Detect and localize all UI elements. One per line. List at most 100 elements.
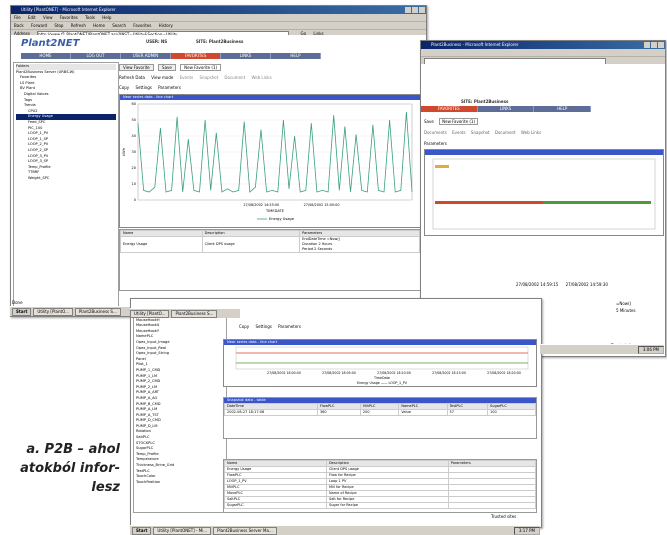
settings-button[interactable]: Settings bbox=[255, 324, 271, 329]
menu-view[interactable]: View bbox=[43, 15, 53, 20]
favorites-button[interactable]: Favorites bbox=[133, 23, 151, 28]
tab-view-favorite[interactable]: View Favorite bbox=[119, 64, 154, 71]
refresh-button[interactable]: Refresh bbox=[71, 23, 86, 28]
parameters-button[interactable]: Parameters bbox=[278, 324, 301, 329]
caption-line: lesz bbox=[91, 480, 120, 495]
window-title: Plant2Business - Microsoft Internet Expl… bbox=[431, 42, 519, 47]
y-axis-label: kWh bbox=[121, 147, 126, 156]
nav-logout[interactable]: LOG OUT bbox=[71, 53, 121, 59]
y-tick-label: 0 bbox=[134, 198, 136, 202]
table-row[interactable]: 2002-08-27 18:17:08 360 200 Value 57 100 bbox=[224, 409, 536, 416]
start-button[interactable]: Start bbox=[132, 526, 152, 535]
menu-favorites[interactable]: Favorites bbox=[60, 15, 78, 20]
forward-button[interactable]: Forward bbox=[31, 23, 47, 28]
time-row: 27/08/2002 14:59:15 27/08/2002 14:59:30 bbox=[516, 282, 608, 287]
nav-help[interactable]: HELP bbox=[271, 53, 321, 59]
tree-item[interactable]: Weight_SPC bbox=[16, 176, 116, 182]
x-tick-label: 27/08/2002 18:15:00 bbox=[432, 371, 466, 375]
close-icon[interactable] bbox=[419, 7, 425, 13]
y-tick-label: 10 bbox=[132, 182, 136, 186]
view-tabs: View Favorite Save New Favorite (1) bbox=[119, 64, 222, 71]
nav-user-admin[interactable]: USER ADMIN bbox=[121, 53, 171, 59]
taskbar-item[interactable]: Plant2Business Server Ma... bbox=[213, 526, 277, 535]
nav-favorites[interactable]: FAVORITES bbox=[421, 106, 478, 112]
sub-tabs: Copy Settings Parameters bbox=[119, 85, 181, 90]
menu-file[interactable]: File bbox=[14, 15, 21, 20]
status-mark bbox=[435, 165, 449, 168]
taskbar-item[interactable]: Plant2Business S... bbox=[74, 307, 121, 316]
events-button[interactable]: Events bbox=[180, 75, 194, 80]
document-button[interactable]: Document bbox=[495, 130, 516, 135]
tree-item[interactable]: TouchPosition bbox=[136, 480, 224, 486]
nav-links[interactable]: LINKS bbox=[478, 106, 535, 112]
settings-button[interactable]: Settings bbox=[135, 85, 151, 90]
sub-tabs: Copy Settings Parameters bbox=[239, 324, 301, 329]
cell-minutes: 5 Minutes bbox=[616, 308, 636, 313]
browser-toolbar bbox=[421, 49, 665, 57]
site-label: SITE: Plant2Business bbox=[461, 99, 509, 104]
action-bar: Refresh Data View mode Events Snapshot D… bbox=[119, 75, 272, 80]
history-button[interactable]: History bbox=[159, 23, 173, 28]
taskbar-clock: 3:17 PM bbox=[513, 526, 540, 535]
window-title: Utility [PlantONET] - Microsoft Internet… bbox=[21, 7, 116, 12]
snapshot-button[interactable]: Snapshot bbox=[199, 75, 218, 80]
table-row[interactable]: Energy Usage Client DPS usage EndDateTim… bbox=[120, 236, 420, 253]
snapshot-table: Snapshot data - table DateTime FlowPLC H… bbox=[223, 397, 537, 439]
nav-links[interactable]: LINKS bbox=[221, 53, 271, 59]
nav-favorites[interactable]: FAVORITES bbox=[171, 53, 221, 59]
back-button[interactable]: Back bbox=[14, 23, 24, 28]
nav-help[interactable]: HELP bbox=[534, 106, 592, 112]
menu-help[interactable]: Help bbox=[102, 15, 111, 20]
document-button[interactable]: Document bbox=[224, 75, 245, 80]
search-button[interactable]: Search bbox=[112, 23, 126, 28]
copy-button[interactable]: Copy bbox=[119, 85, 129, 90]
copy-button[interactable]: Copy bbox=[239, 324, 249, 329]
taskbar-item[interactable]: Utility [PlantONET] - Mi... bbox=[153, 526, 212, 535]
cell: SugarPLC bbox=[224, 502, 327, 509]
plot-area bbox=[432, 158, 656, 230]
table-row[interactable]: SugarPLC Sugar for Recipe bbox=[224, 502, 536, 509]
parameters-button[interactable]: Parameters bbox=[424, 141, 447, 146]
tab-new-favorite[interactable]: New Favorite (1) bbox=[439, 118, 479, 125]
status-bar-green bbox=[543, 201, 651, 204]
menu-tools[interactable]: Tools bbox=[85, 15, 95, 20]
minimize-icon[interactable] bbox=[644, 42, 650, 48]
close-icon[interactable] bbox=[658, 42, 664, 48]
refresh-data-button[interactable]: Refresh Data bbox=[119, 75, 145, 80]
web-links-button[interactable]: Web Links bbox=[521, 130, 541, 135]
chart-panel: Near series data - line chart 27/08/2002… bbox=[223, 339, 537, 387]
snapshot-button[interactable]: Snapshot bbox=[471, 130, 490, 135]
param-line: Period 2 Seconds bbox=[302, 247, 333, 251]
documents-button[interactable]: Documents bbox=[424, 130, 447, 135]
stop-button[interactable]: Stop bbox=[54, 23, 63, 28]
parameters-button[interactable]: Parameters bbox=[158, 85, 181, 90]
web-links-button[interactable]: Web Links bbox=[251, 75, 271, 80]
view-mode-button[interactable]: View mode bbox=[151, 75, 173, 80]
browser-window-front: MIX_RUNNING MouseHookH MouseHookX MouseH… bbox=[130, 298, 542, 528]
tab-new-favorite[interactable]: New Favorite (1) bbox=[180, 64, 222, 71]
legend-label: Energy Usage bbox=[269, 217, 295, 221]
cell: Value bbox=[398, 409, 448, 416]
cell bbox=[447, 502, 536, 509]
folder-tree: Folders Plant2Business Server (URBS-W) F… bbox=[13, 62, 119, 310]
taskbar-item[interactable]: Utility [PlantO... bbox=[33, 307, 73, 316]
time-label: 27/08/2002 14:59:30 bbox=[565, 282, 608, 287]
cell: 100 bbox=[487, 409, 536, 416]
time-label: 27/08/2002 14:59:15 bbox=[516, 282, 559, 287]
start-button[interactable]: Start bbox=[12, 307, 32, 316]
tag-tree: MIX_RUNNING MouseHookH MouseHookX MouseH… bbox=[133, 311, 227, 513]
menu-edit[interactable]: Edit bbox=[28, 15, 36, 20]
description-table: Name Description Parameters Energy Usage… bbox=[223, 459, 537, 513]
home-button[interactable]: Home bbox=[93, 23, 105, 28]
maximize-icon[interactable] bbox=[412, 7, 418, 13]
taskbar-item[interactable]: Utility [PlantO... bbox=[130, 309, 170, 318]
taskbar-item[interactable]: Plant2Business S... bbox=[171, 309, 218, 318]
nav-home[interactable]: HOME bbox=[21, 53, 71, 59]
maximize-icon[interactable] bbox=[651, 42, 657, 48]
caption-line: a. P2B – ahol bbox=[26, 442, 120, 457]
status-bar-chart bbox=[432, 158, 656, 230]
minimize-icon[interactable] bbox=[405, 7, 411, 13]
tab-save[interactable]: Save bbox=[158, 64, 176, 71]
tab-save[interactable]: Save bbox=[424, 119, 434, 124]
events-button[interactable]: Events bbox=[452, 130, 466, 135]
